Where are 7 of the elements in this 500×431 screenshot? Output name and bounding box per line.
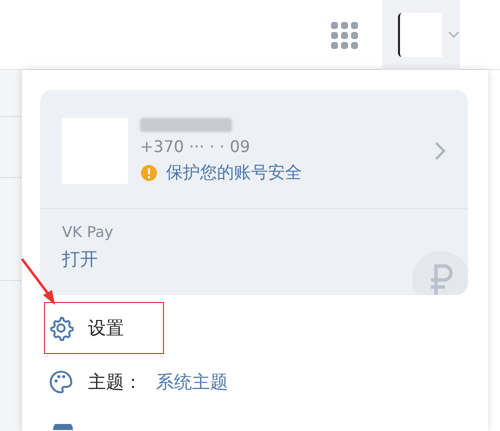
vk-pay-title: VK Pay: [62, 223, 114, 241]
open-link[interactable]: 打开: [62, 247, 98, 271]
menu-item[interactable]: 主题： 系统主题: [40, 357, 236, 407]
phone-number: +370 ··· · · 09: [140, 137, 252, 156]
security-link[interactable]: 保护您的账号安全: [166, 161, 302, 184]
profile-row[interactable]: +370 ··· · · 09 保护您的账号安全: [40, 90, 468, 209]
menu-item[interactable]: 设置: [45, 303, 163, 353]
